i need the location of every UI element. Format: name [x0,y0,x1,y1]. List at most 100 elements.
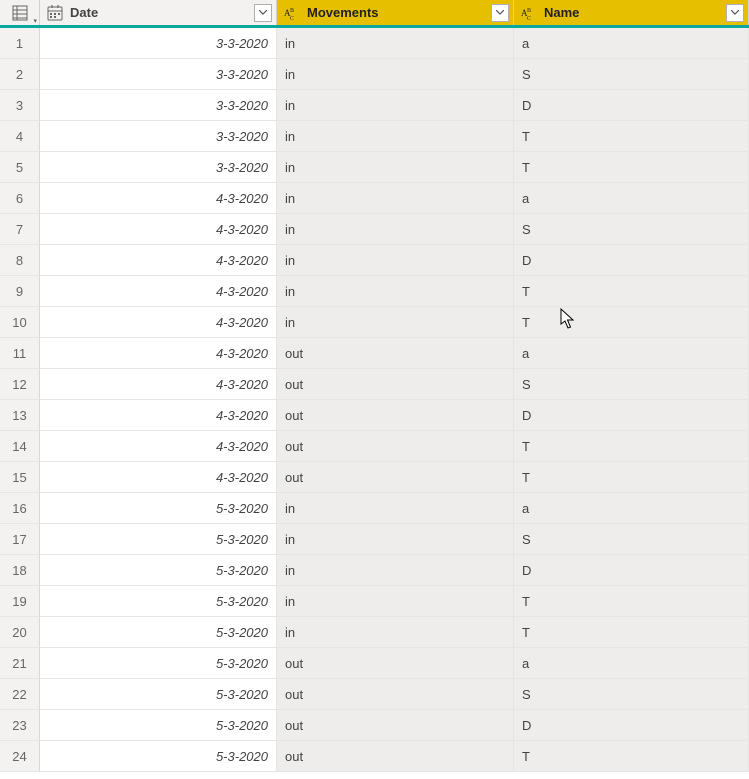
cell-movements[interactable]: out [277,679,514,710]
cell-date[interactable]: 4-3-2020 [40,183,277,214]
cell-movements[interactable]: in [277,28,514,59]
cell-name[interactable]: S [514,524,749,555]
cell-date[interactable]: 3-3-2020 [40,121,277,152]
table-row[interactable]: 74-3-2020inS [0,214,749,245]
cell-movements[interactable]: out [277,400,514,431]
cell-movements[interactable]: in [277,245,514,276]
cell-date[interactable]: 4-3-2020 [40,338,277,369]
cell-date[interactable]: 5-3-2020 [40,586,277,617]
table-row[interactable]: 84-3-2020inD [0,245,749,276]
table-row[interactable]: 185-3-2020inD [0,555,749,586]
cell-date[interactable]: 4-3-2020 [40,245,277,276]
row-number-cell[interactable]: 24 [0,741,40,772]
cell-movements[interactable]: in [277,555,514,586]
table-row[interactable]: 134-3-2020outD [0,400,749,431]
row-number-cell[interactable]: 14 [0,431,40,462]
cell-date[interactable]: 4-3-2020 [40,431,277,462]
cell-movements[interactable]: in [277,524,514,555]
table-row[interactable]: 195-3-2020inT [0,586,749,617]
cell-movements[interactable]: out [277,338,514,369]
cell-movements[interactable]: in [277,307,514,338]
cell-date[interactable]: 5-3-2020 [40,617,277,648]
table-row[interactable]: 175-3-2020inS [0,524,749,555]
cell-movements[interactable]: in [277,59,514,90]
cell-name[interactable]: D [514,710,749,741]
cell-movements[interactable]: out [277,369,514,400]
row-number-cell[interactable]: 20 [0,617,40,648]
cell-date[interactable]: 5-3-2020 [40,555,277,586]
cell-movements[interactable]: in [277,276,514,307]
table-row[interactable]: 43-3-2020inT [0,121,749,152]
cell-name[interactable]: a [514,648,749,679]
row-number-cell[interactable]: 11 [0,338,40,369]
row-number-cell[interactable]: 12 [0,369,40,400]
table-row[interactable]: 124-3-2020outS [0,369,749,400]
cell-movements[interactable]: in [277,90,514,121]
cell-movements[interactable]: out [277,431,514,462]
cell-date[interactable]: 4-3-2020 [40,307,277,338]
filter-button-date[interactable] [254,4,272,22]
cell-date[interactable]: 5-3-2020 [40,524,277,555]
cell-movements[interactable]: in [277,214,514,245]
cell-date[interactable]: 5-3-2020 [40,648,277,679]
cell-name[interactable]: a [514,338,749,369]
cell-name[interactable]: D [514,400,749,431]
table-row[interactable]: 23-3-2020inS [0,59,749,90]
table-row[interactable]: 245-3-2020outT [0,741,749,772]
row-number-cell[interactable]: 15 [0,462,40,493]
column-header-date[interactable]: Date [40,0,277,25]
table-row[interactable]: 53-3-2020inT [0,152,749,183]
row-number-cell[interactable]: 10 [0,307,40,338]
cell-movements[interactable]: in [277,617,514,648]
row-number-cell[interactable]: 13 [0,400,40,431]
cell-movements[interactable]: out [277,741,514,772]
cell-name[interactable]: S [514,679,749,710]
cell-movements[interactable]: in [277,586,514,617]
cell-date[interactable]: 3-3-2020 [40,59,277,90]
row-number-cell[interactable]: 2 [0,59,40,90]
cell-name[interactable]: D [514,90,749,121]
row-number-cell[interactable]: 19 [0,586,40,617]
cell-name[interactable]: a [514,493,749,524]
cell-movements[interactable]: in [277,183,514,214]
cell-name[interactable]: T [514,586,749,617]
cell-movements[interactable]: in [277,152,514,183]
cell-date[interactable]: 5-3-2020 [40,710,277,741]
row-number-cell[interactable]: 1 [0,28,40,59]
row-number-cell[interactable]: 17 [0,524,40,555]
cell-movements[interactable]: out [277,648,514,679]
table-row[interactable]: 104-3-2020inT [0,307,749,338]
row-number-cell[interactable]: 3 [0,90,40,121]
select-all-corner[interactable]: ▾ [0,0,40,25]
cell-name[interactable]: T [514,462,749,493]
cell-name[interactable]: T [514,741,749,772]
row-number-cell[interactable]: 21 [0,648,40,679]
row-number-cell[interactable]: 18 [0,555,40,586]
row-number-cell[interactable]: 5 [0,152,40,183]
cell-date[interactable]: 5-3-2020 [40,679,277,710]
table-row[interactable]: 64-3-2020ina [0,183,749,214]
cell-movements[interactable]: in [277,493,514,524]
row-number-cell[interactable]: 9 [0,276,40,307]
cell-date[interactable]: 4-3-2020 [40,462,277,493]
cell-date[interactable]: 4-3-2020 [40,214,277,245]
row-number-cell[interactable]: 22 [0,679,40,710]
cell-name[interactable]: T [514,276,749,307]
cell-date[interactable]: 4-3-2020 [40,369,277,400]
table-row[interactable]: 215-3-2020outa [0,648,749,679]
row-number-cell[interactable]: 7 [0,214,40,245]
cell-name[interactable]: D [514,245,749,276]
cell-movements[interactable]: out [277,462,514,493]
table-row[interactable]: 235-3-2020outD [0,710,749,741]
cell-name[interactable]: T [514,307,749,338]
row-number-cell[interactable]: 6 [0,183,40,214]
column-header-movements[interactable]: A B C Movements [277,0,514,25]
table-row[interactable]: 165-3-2020ina [0,493,749,524]
cell-name[interactable]: a [514,183,749,214]
table-row[interactable]: 205-3-2020inT [0,617,749,648]
cell-name[interactable]: a [514,28,749,59]
table-row[interactable]: 114-3-2020outa [0,338,749,369]
filter-button-movements[interactable] [491,4,509,22]
table-row[interactable]: 94-3-2020inT [0,276,749,307]
table-row[interactable]: 144-3-2020outT [0,431,749,462]
